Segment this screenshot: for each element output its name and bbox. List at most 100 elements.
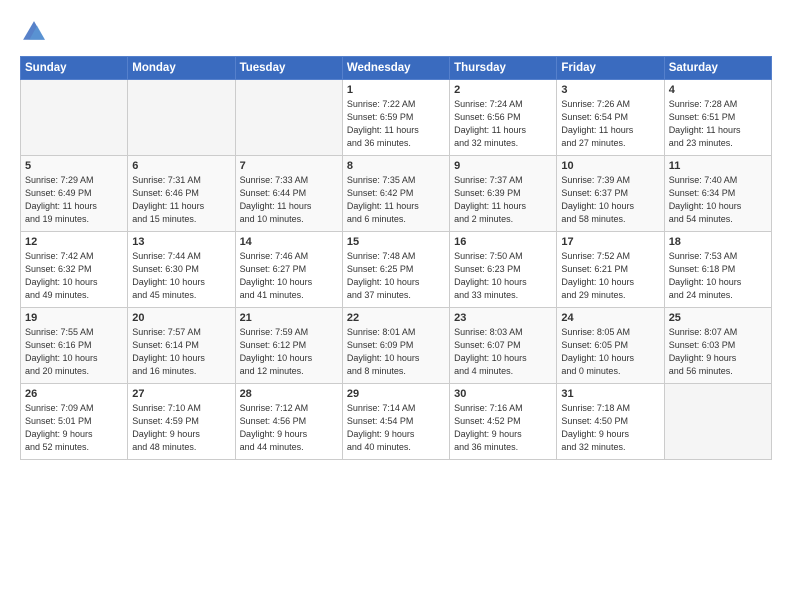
day-info: Sunrise: 8:01 AM Sunset: 6:09 PM Dayligh… [347,326,445,378]
day-number: 15 [347,236,445,248]
calendar-cell: 23 Sunrise: 8:03 AM Sunset: 6:07 PM Dayli… [450,308,557,384]
day-number: 10 [561,160,659,172]
day-number: 20 [132,312,230,324]
day-info: Sunrise: 8:07 AM Sunset: 6:03 PM Dayligh… [669,326,767,378]
day-number: 6 [132,160,230,172]
day-info: Sunrise: 7:31 AM Sunset: 6:46 PM Dayligh… [132,174,230,226]
logo [20,18,50,46]
calendar-cell: 22 Sunrise: 8:01 AM Sunset: 6:09 PM Dayli… [342,308,449,384]
day-info: Sunrise: 7:28 AM Sunset: 6:51 PM Dayligh… [669,98,767,150]
day-info: Sunrise: 7:16 AM Sunset: 4:52 PM Dayligh… [454,402,552,454]
day-info: Sunrise: 7:59 AM Sunset: 6:12 PM Dayligh… [240,326,338,378]
calendar-cell: 29Sunrise: 7:14 AM Sunset: 4:54 PM Dayli… [342,384,449,460]
week-row-3: 12Sunrise: 7:42 AM Sunset: 6:32 PM Dayli… [21,232,772,308]
day-info: Sunrise: 7:29 AM Sunset: 6:49 PM Dayligh… [25,174,123,226]
week-row-5: 26 Sunrise: 7:09 AM Sunset: 5:01 PM Dayli… [21,384,772,460]
day-info: Sunrise: 7:09 AM Sunset: 5:01 PM Dayligh… [25,402,123,454]
weekday-header-sunday: Sunday [21,57,128,80]
calendar-table: SundayMondayTuesdayWednesdayThursdayFrid… [20,56,772,460]
calendar-cell: 30Sunrise: 7:16 AM Sunset: 4:52 PM Dayli… [450,384,557,460]
calendar-cell: 27Sunrise: 7:10 AM Sunset: 4:59 PM Dayli… [128,384,235,460]
calendar-cell: 24 Sunrise: 8:05 AM Sunset: 6:05 PM Dayli… [557,308,664,384]
calendar-cell: 12Sunrise: 7:42 AM Sunset: 6:32 PM Dayli… [21,232,128,308]
day-number: 11 [669,160,767,172]
calendar-cell: 3 Sunrise: 7:26 AM Sunset: 6:54 PM Daylig… [557,80,664,156]
day-number: 14 [240,236,338,248]
day-info: Sunrise: 7:44 AM Sunset: 6:30 PM Dayligh… [132,250,230,302]
weekday-header-friday: Friday [557,57,664,80]
calendar-cell: 21 Sunrise: 7:59 AM Sunset: 6:12 PM Dayli… [235,308,342,384]
weekday-header-row: SundayMondayTuesdayWednesdayThursdayFrid… [21,57,772,80]
calendar-cell: 15 Sunrise: 7:48 AM Sunset: 6:25 PM Dayli… [342,232,449,308]
day-number: 18 [669,236,767,248]
calendar-cell: 6 Sunrise: 7:31 AM Sunset: 6:46 PM Daylig… [128,156,235,232]
calendar-cell [664,384,771,460]
logo-icon [20,18,48,46]
day-info: Sunrise: 7:52 AM Sunset: 6:21 PM Dayligh… [561,250,659,302]
day-number: 3 [561,84,659,96]
day-info: Sunrise: 7:35 AM Sunset: 6:42 PM Dayligh… [347,174,445,226]
weekday-header-thursday: Thursday [450,57,557,80]
calendar-cell: 17 Sunrise: 7:52 AM Sunset: 6:21 PM Dayli… [557,232,664,308]
calendar-cell: 16 Sunrise: 7:50 AM Sunset: 6:23 PM Dayli… [450,232,557,308]
day-number: 12 [25,236,123,248]
calendar-cell: 28 Sunrise: 7:12 AM Sunset: 4:56 PM Dayli… [235,384,342,460]
day-info: Sunrise: 7:57 AM Sunset: 6:14 PM Dayligh… [132,326,230,378]
calendar-cell: 20 Sunrise: 7:57 AM Sunset: 6:14 PM Dayli… [128,308,235,384]
week-row-4: 19 Sunrise: 7:55 AM Sunset: 6:16 PM Dayli… [21,308,772,384]
weekday-header-monday: Monday [128,57,235,80]
day-info: Sunrise: 8:05 AM Sunset: 6:05 PM Dayligh… [561,326,659,378]
day-number: 5 [25,160,123,172]
calendar-cell: 11 Sunrise: 7:40 AM Sunset: 6:34 PM Dayli… [664,156,771,232]
day-info: Sunrise: 7:55 AM Sunset: 6:16 PM Dayligh… [25,326,123,378]
day-number: 16 [454,236,552,248]
calendar-cell: 5 Sunrise: 7:29 AM Sunset: 6:49 PM Daylig… [21,156,128,232]
day-number: 28 [240,388,338,400]
day-info: Sunrise: 7:37 AM Sunset: 6:39 PM Dayligh… [454,174,552,226]
day-number: 4 [669,84,767,96]
calendar-cell: 2Sunrise: 7:24 AM Sunset: 6:56 PM Daylig… [450,80,557,156]
calendar-cell [235,80,342,156]
day-number: 26 [25,388,123,400]
calendar-cell: 18 Sunrise: 7:53 AM Sunset: 6:18 PM Dayli… [664,232,771,308]
calendar-cell: 8 Sunrise: 7:35 AM Sunset: 6:42 PM Daylig… [342,156,449,232]
day-info: Sunrise: 7:46 AM Sunset: 6:27 PM Dayligh… [240,250,338,302]
day-number: 1 [347,84,445,96]
calendar-cell: 7Sunrise: 7:33 AM Sunset: 6:44 PM Daylig… [235,156,342,232]
calendar-cell [21,80,128,156]
calendar-cell [128,80,235,156]
day-info: Sunrise: 7:53 AM Sunset: 6:18 PM Dayligh… [669,250,767,302]
day-number: 25 [669,312,767,324]
day-number: 22 [347,312,445,324]
calendar-cell: 1 Sunrise: 7:22 AM Sunset: 6:59 PM Daylig… [342,80,449,156]
day-info: Sunrise: 7:12 AM Sunset: 4:56 PM Dayligh… [240,402,338,454]
calendar-cell: 31Sunrise: 7:18 AM Sunset: 4:50 PM Dayli… [557,384,664,460]
day-number: 8 [347,160,445,172]
day-info: Sunrise: 7:50 AM Sunset: 6:23 PM Dayligh… [454,250,552,302]
day-info: Sunrise: 7:22 AM Sunset: 6:59 PM Dayligh… [347,98,445,150]
day-info: Sunrise: 7:26 AM Sunset: 6:54 PM Dayligh… [561,98,659,150]
day-number: 27 [132,388,230,400]
day-info: Sunrise: 7:39 AM Sunset: 6:37 PM Dayligh… [561,174,659,226]
day-number: 24 [561,312,659,324]
day-number: 31 [561,388,659,400]
day-number: 29 [347,388,445,400]
calendar-cell: 25 Sunrise: 8:07 AM Sunset: 6:03 PM Dayli… [664,308,771,384]
day-number: 23 [454,312,552,324]
day-number: 21 [240,312,338,324]
day-info: Sunrise: 8:03 AM Sunset: 6:07 PM Dayligh… [454,326,552,378]
calendar-cell: 13Sunrise: 7:44 AM Sunset: 6:30 PM Dayli… [128,232,235,308]
calendar-cell: 14 Sunrise: 7:46 AM Sunset: 6:27 PM Dayli… [235,232,342,308]
day-number: 2 [454,84,552,96]
day-number: 19 [25,312,123,324]
day-info: Sunrise: 7:40 AM Sunset: 6:34 PM Dayligh… [669,174,767,226]
weekday-header-wednesday: Wednesday [342,57,449,80]
day-number: 7 [240,160,338,172]
day-number: 17 [561,236,659,248]
day-info: Sunrise: 7:48 AM Sunset: 6:25 PM Dayligh… [347,250,445,302]
weekday-header-saturday: Saturday [664,57,771,80]
header [20,18,772,46]
weekday-header-tuesday: Tuesday [235,57,342,80]
calendar-cell: 4 Sunrise: 7:28 AM Sunset: 6:51 PM Daylig… [664,80,771,156]
calendar-cell: 9Sunrise: 7:37 AM Sunset: 6:39 PM Daylig… [450,156,557,232]
